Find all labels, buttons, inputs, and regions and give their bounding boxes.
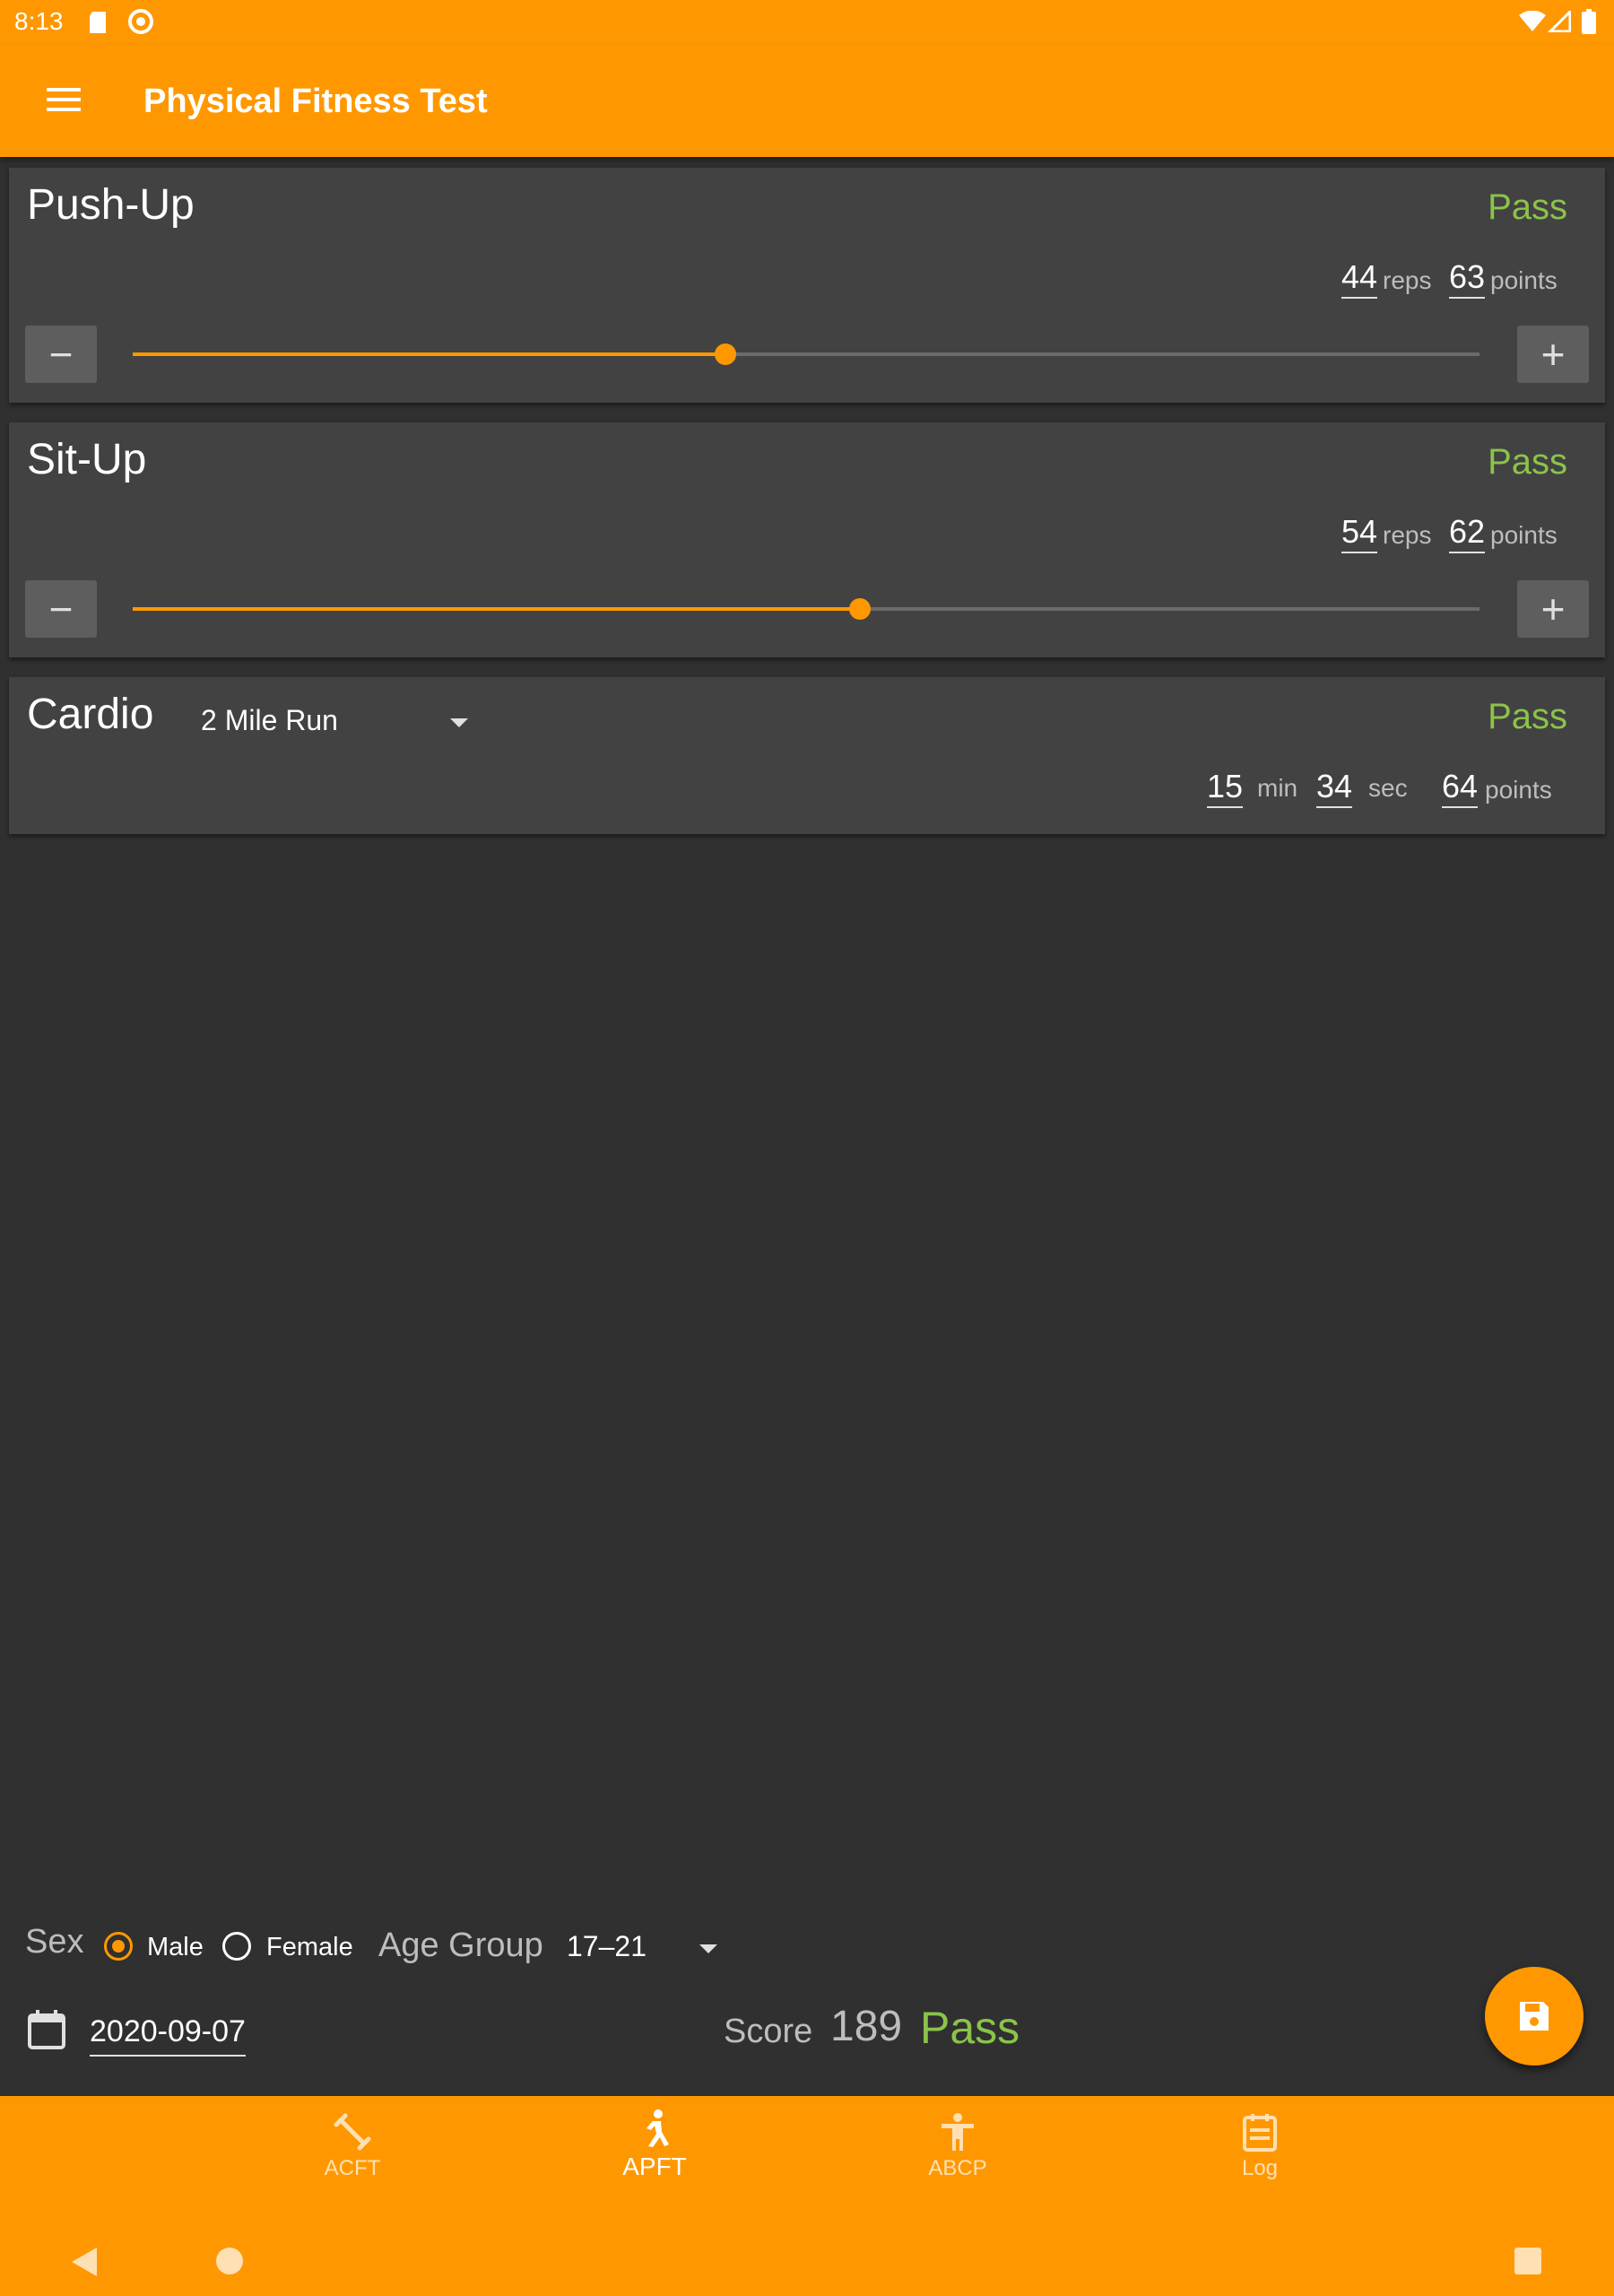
- app-bar: Physical Fitness Test: [0, 45, 1614, 157]
- pushup-status: Pass: [1488, 187, 1567, 227]
- save-button[interactable]: [1485, 1967, 1584, 2066]
- dumbbell-icon: [334, 2113, 371, 2151]
- situp-increment-button[interactable]: +: [1517, 580, 1589, 638]
- minus-icon: −: [48, 331, 74, 378]
- nav-abcp-label: ABCP: [928, 2156, 987, 2180]
- person-icon: [941, 2113, 974, 2151]
- list-icon: [1243, 2114, 1277, 2152]
- battery-icon: [1582, 9, 1596, 39]
- pushup-reps-unit: reps: [1383, 266, 1432, 294]
- cardio-seconds-unit: sec: [1368, 774, 1408, 802]
- score-value: 189: [830, 2003, 903, 2050]
- pushup-points-unit: points: [1490, 266, 1558, 294]
- status-bar: 8:13: [0, 0, 1614, 45]
- situp-reps-unit: reps: [1383, 521, 1432, 549]
- cardio-event-value: 2 Mile Run: [201, 704, 338, 736]
- age-group-select[interactable]: 17–21: [565, 1926, 726, 1971]
- sex-label: Sex: [25, 1923, 84, 1961]
- situp-slider[interactable]: [133, 598, 1480, 620]
- situp-status: Pass: [1488, 442, 1567, 482]
- back-icon[interactable]: [70, 2247, 99, 2282]
- cardio-status: Pass: [1488, 697, 1567, 736]
- nav-apft-label: APFT: [622, 2152, 687, 2180]
- page-title: Physical Fitness Test: [143, 83, 488, 120]
- plus-icon: +: [1540, 331, 1566, 378]
- score-status: Pass: [920, 2003, 1020, 2053]
- pushup-points-input[interactable]: 63: [1449, 261, 1486, 299]
- pushup-slider-fill: [133, 352, 725, 356]
- age-group-label: Age Group: [378, 1926, 543, 1964]
- situp-decrement-button[interactable]: −: [25, 580, 97, 638]
- home-icon[interactable]: [215, 2247, 244, 2280]
- nav-acft[interactable]: ACFT: [290, 2112, 415, 2181]
- pushup-slider-thumb[interactable]: [714, 344, 736, 365]
- pushup-increment-button[interactable]: +: [1517, 326, 1589, 383]
- situp-slider-thumb[interactable]: [849, 598, 872, 620]
- pushup-title: Push-Up: [27, 181, 195, 229]
- cardio-minutes-unit: min: [1257, 774, 1298, 802]
- nav-apft[interactable]: APFT: [592, 2109, 717, 2181]
- chevron-down-icon: [450, 718, 468, 727]
- menu-icon[interactable]: [47, 86, 81, 117]
- plus-icon: +: [1540, 586, 1566, 632]
- minus-icon: −: [48, 586, 74, 632]
- male-label[interactable]: Male: [147, 1933, 204, 1962]
- pushup-decrement-button[interactable]: −: [25, 326, 97, 383]
- score-label: Score: [724, 2013, 813, 2050]
- signal-icon: [1547, 8, 1572, 37]
- situp-title: Sit-Up: [27, 436, 147, 483]
- male-radio[interactable]: [104, 1932, 133, 1961]
- age-group-value: 17–21: [567, 1930, 646, 1962]
- situp-points-input[interactable]: 62: [1449, 516, 1486, 553]
- nav-abcp[interactable]: ABCP: [895, 2112, 1020, 2181]
- cardio-title: Cardio: [27, 691, 154, 738]
- cardio-seconds-input[interactable]: 34: [1316, 770, 1353, 808]
- situp-points-unit: points: [1490, 521, 1558, 549]
- cardio-card: Cardio 2 Mile Run Pass 15 min 34 sec 64 …: [9, 677, 1605, 834]
- nav-acft-label: ACFT: [324, 2156, 381, 2180]
- nav-log-label: Log: [1241, 2156, 1279, 2180]
- wifi-icon: [1519, 10, 1546, 37]
- cardio-points-unit: points: [1485, 776, 1552, 804]
- sync-icon: [127, 8, 154, 39]
- female-radio[interactable]: [222, 1932, 251, 1961]
- runner-icon: [646, 2109, 669, 2147]
- cardio-points-input[interactable]: 64: [1442, 770, 1479, 808]
- pushup-reps-input[interactable]: 44: [1341, 261, 1378, 299]
- pushup-slider[interactable]: [133, 344, 1480, 365]
- cardio-event-select[interactable]: 2 Mile Run: [201, 699, 488, 744]
- status-time: 8:13: [14, 7, 64, 35]
- recents-icon[interactable]: [1514, 2247, 1542, 2280]
- save-icon: [1517, 1999, 1551, 2038]
- pushup-card: Push-Up Pass 44 reps 63 points − +: [9, 168, 1605, 403]
- nav-log[interactable]: Log: [1197, 2112, 1323, 2181]
- situp-reps-input[interactable]: 54: [1341, 516, 1378, 553]
- situp-card: Sit-Up Pass 54 reps 62 points − +: [9, 422, 1605, 657]
- bottom-navigation: ACFT APFT ABCP Log: [0, 2096, 1614, 2296]
- test-date-field[interactable]: 2020-09-07: [90, 2014, 246, 2057]
- calendar-icon[interactable]: [27, 2009, 66, 2055]
- chevron-down-icon: [699, 1944, 717, 1953]
- situp-slider-fill: [133, 607, 861, 611]
- sd-card-icon: [88, 11, 108, 39]
- cardio-minutes-input[interactable]: 15: [1207, 770, 1244, 808]
- female-label[interactable]: Female: [266, 1933, 353, 1962]
